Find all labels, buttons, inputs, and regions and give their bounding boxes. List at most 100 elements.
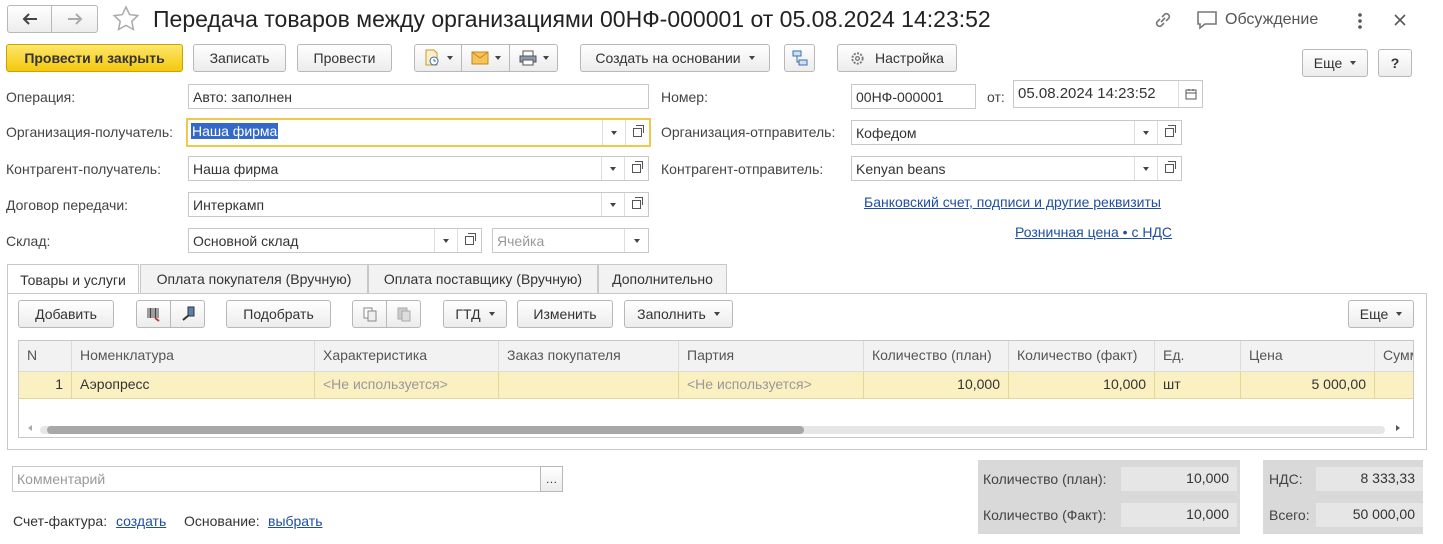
discussion-label[interactable]: Обсуждение <box>1225 11 1318 29</box>
more-vertical-icon[interactable] <box>1356 12 1364 30</box>
tab-supplier-payment[interactable]: Оплата поставщику (Вручную) <box>368 264 598 293</box>
dropdown-button[interactable] <box>624 229 648 252</box>
settings-button[interactable]: Настройка <box>837 44 957 72</box>
chevron-down-icon <box>611 130 617 135</box>
col-n[interactable]: N <box>19 341 71 370</box>
calendar-button[interactable] <box>1178 81 1202 107</box>
ctr-sender-field[interactable]: Kenyan beans <box>851 156 1182 181</box>
date-value: 05.08.2024 14:23:52 <box>1018 85 1156 102</box>
paste-button[interactable] <box>386 300 421 328</box>
basis-select-link[interactable]: выбрать <box>268 513 323 529</box>
change-button[interactable]: Изменить <box>517 300 613 328</box>
cell-qty-fact[interactable]: 10,000 <box>1008 371 1154 398</box>
add-button[interactable]: Добавить <box>18 300 114 328</box>
col-characteristic[interactable]: Характеристика <box>314 341 498 370</box>
open-button[interactable] <box>1157 121 1181 144</box>
gtd-button[interactable]: ГТД <box>443 300 507 328</box>
open-button[interactable] <box>624 193 648 216</box>
cell-price[interactable]: 5 000,00 <box>1240 371 1374 398</box>
cell-buyer-order[interactable] <box>498 371 678 398</box>
fill-button[interactable]: Заполнить <box>624 300 733 328</box>
comment-field[interactable]: Комментарий <box>12 466 541 492</box>
create-based-on-button[interactable]: Создать на основании <box>580 44 770 72</box>
tab-goods[interactable]: Товары и услуги <box>7 264 139 294</box>
arrow-left-icon <box>22 13 37 25</box>
org-recipient-field[interactable]: Наша фирма <box>186 118 651 147</box>
settings-label: Настройка <box>875 50 944 66</box>
ctr-sender-label: Контрагент-отправитель: <box>661 161 824 177</box>
cell-qty-plan[interactable]: 10,000 <box>863 371 1008 398</box>
org-sender-field[interactable]: Кофедом <box>851 120 1182 145</box>
forward-button[interactable] <box>51 5 98 33</box>
ctr-recipient-field[interactable]: Наша фирма <box>188 156 649 181</box>
envelope-icon <box>471 51 488 65</box>
col-buyer-order[interactable]: Заказ покупателя <box>498 341 678 370</box>
cell-unit[interactable]: шт <box>1154 371 1240 398</box>
cell-sum[interactable] <box>1374 371 1413 398</box>
bank-details-link[interactable]: Банковский счет, подписи и другие реквиз… <box>864 194 1161 210</box>
save-button[interactable]: Записать <box>193 44 286 72</box>
retail-price-link[interactable]: Розничная цена • с НДС <box>1015 224 1172 240</box>
col-sum[interactable]: Сумм <box>1374 341 1413 370</box>
scroll-left-arrow[interactable] <box>28 425 32 431</box>
date-field[interactable]: 05.08.2024 14:23:52 <box>1013 80 1203 108</box>
col-price[interactable]: Цена <box>1240 341 1374 370</box>
print-button[interactable] <box>509 44 558 72</box>
scroll-right-arrow[interactable] <box>1396 425 1400 431</box>
ctr-sender-value: Kenyan beans <box>856 161 946 177</box>
horizontal-scrollbar-thumb[interactable] <box>47 426 804 434</box>
cell-batch[interactable]: <Не используется> <box>678 371 863 398</box>
col-qty-fact[interactable]: Количество (факт) <box>1008 341 1154 370</box>
post-button[interactable]: Провести <box>297 44 392 72</box>
chevron-down-icon <box>443 238 449 243</box>
copy-button[interactable] <box>352 300 387 328</box>
dropdown-button[interactable] <box>601 193 624 216</box>
open-button[interactable] <box>457 229 481 252</box>
cell-field[interactable]: Ячейка <box>492 228 649 253</box>
col-batch[interactable]: Партия <box>678 341 863 370</box>
help-button[interactable]: ? <box>1378 49 1412 77</box>
barcode-button[interactable] <box>136 300 171 328</box>
dropdown-button[interactable] <box>601 157 624 180</box>
dropdown-button[interactable] <box>1134 121 1157 144</box>
pick-button[interactable]: Подобрать <box>226 300 331 328</box>
table-more-button[interactable]: Еще <box>1348 300 1414 328</box>
link-icon[interactable] <box>1152 9 1174 31</box>
ctr-recipient-label: Контрагент-получатель: <box>6 161 161 177</box>
col-qty-plan[interactable]: Количество (план) <box>863 341 1008 370</box>
email-button[interactable] <box>461 44 510 72</box>
close-icon[interactable] <box>1393 13 1407 27</box>
comment-expand-button[interactable]: … <box>540 466 563 492</box>
tab-buyer-payment[interactable]: Оплата покупателя (Вручную) <box>140 264 368 293</box>
dropdown-button[interactable] <box>434 229 457 252</box>
tab-additional[interactable]: Дополнительно <box>598 264 727 293</box>
chevron-down-icon <box>610 166 616 171</box>
cell-characteristic[interactable]: <Не используется> <box>314 371 498 398</box>
structure-button[interactable] <box>784 44 815 72</box>
cell-nomenclature[interactable]: Аэропресс <box>71 371 314 398</box>
cell-n[interactable]: 1 <box>19 371 71 398</box>
contract-field[interactable]: Интеркамп <box>188 192 649 217</box>
operation-field[interactable]: Авто: заполнен <box>188 84 649 109</box>
number-field[interactable]: 00НФ-000001 <box>851 84 976 109</box>
invoice-create-link[interactable]: создать <box>116 513 166 529</box>
col-unit[interactable]: Ед. <box>1154 341 1240 370</box>
warehouse-field[interactable]: Основной склад <box>188 228 482 253</box>
open-button[interactable] <box>625 120 649 145</box>
dropdown-button[interactable] <box>1134 157 1157 180</box>
more-button[interactable]: Еще <box>1302 49 1368 77</box>
barcode-icon <box>147 308 160 322</box>
star-icon[interactable] <box>112 5 140 32</box>
open-button[interactable] <box>624 157 648 180</box>
scanner-button[interactable] <box>170 300 205 328</box>
open-button[interactable] <box>1157 157 1181 180</box>
dropdown-button[interactable] <box>602 120 625 145</box>
contract-value: Интеркамп <box>193 197 265 213</box>
paste-icon <box>397 307 410 322</box>
print-forms-button[interactable] <box>414 44 462 72</box>
post-and-close-button[interactable]: Провести и закрыть <box>6 44 183 72</box>
back-button[interactable] <box>7 5 52 33</box>
col-nomenclature[interactable]: Номенклатура <box>71 341 314 370</box>
qty-plan-label: Количество (план): <box>983 471 1107 487</box>
discussion-icon[interactable] <box>1196 10 1218 30</box>
